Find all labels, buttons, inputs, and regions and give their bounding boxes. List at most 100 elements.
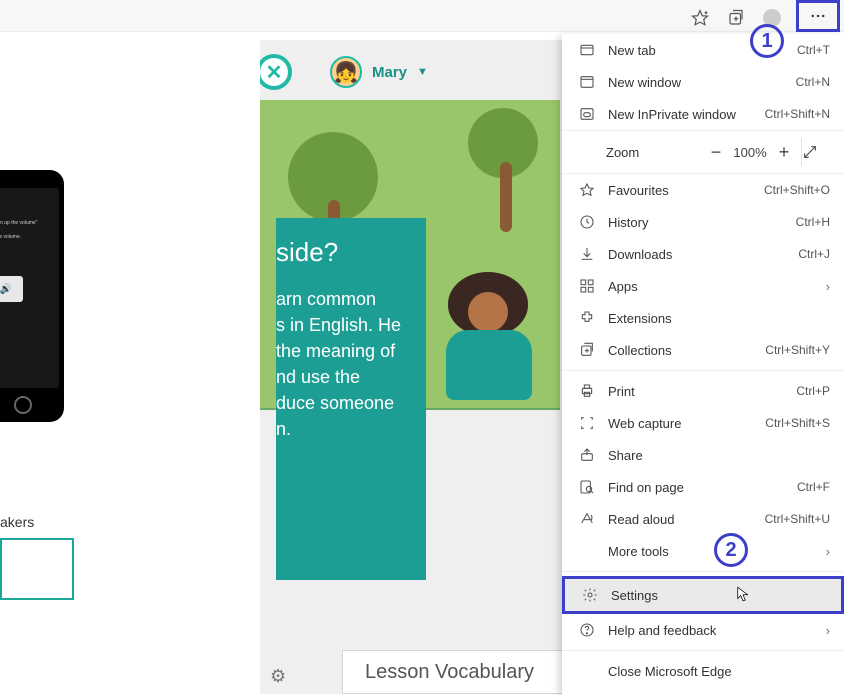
menu-help[interactable]: Help and feedback › [562,614,844,646]
downloads-icon [576,246,598,262]
fullscreen-button[interactable] [802,144,836,160]
lesson-card-line: duce someone [276,390,420,416]
menu-shortcut: Ctrl+H [796,215,830,229]
extensions-icon [576,310,598,326]
menu-new-window[interactable]: New window Ctrl+N [562,66,844,98]
menu-share[interactable]: Share [562,439,844,471]
menu-favourites[interactable]: Favourites Ctrl+Shift+O [562,174,844,206]
edge-main-menu: New tab Ctrl+T New window Ctrl+N New InP… [562,34,844,695]
menu-shortcut: Ctrl+Shift+Y [765,343,830,357]
outlined-card[interactable] [0,538,74,600]
menu-downloads[interactable]: Downloads Ctrl+J [562,238,844,270]
collections-toolbar-icon[interactable] [724,6,748,30]
menu-label: Share [598,448,830,463]
chevron-down-icon: ▼ [417,66,428,78]
chevron-right-icon: › [826,279,830,294]
speakers-label: akers [0,514,34,530]
chevron-right-icon: › [826,623,830,638]
cursor-icon [737,585,749,603]
find-icon [576,479,598,495]
menu-shortcut: Ctrl+Shift+N [765,107,830,121]
chevron-right-icon: › [826,544,830,559]
annotation-step-1: 1 [750,24,784,58]
menu-label: Extensions [598,311,830,326]
help-icon [576,622,598,638]
menu-shortcut: Ctrl+Shift+S [765,416,830,430]
menu-shortcut: Ctrl+Shift+U [765,512,830,526]
phone-text: "Turn up the volume" [0,220,55,226]
zoom-out-button[interactable]: − [699,142,733,163]
menu-shortcut: Ctrl+N [796,75,830,89]
lesson-card-line: n. [276,416,420,442]
home-button-icon [14,396,32,414]
zoom-in-button[interactable]: + [767,142,801,163]
menu-collections[interactable]: Collections Ctrl+Shift+Y [562,334,844,366]
phone-text: d the volume. [0,234,55,240]
favourites-icon [576,182,598,198]
menu-extensions[interactable]: Extensions [562,302,844,334]
divider [562,571,844,572]
tree-trunk [500,162,512,232]
menu-shortcut: Ctrl+F [797,480,830,494]
print-icon [576,383,598,399]
lesson-card: side? arn common s in English. He the me… [276,218,426,580]
zoom-label: Zoom [606,145,699,160]
illustration-person [428,272,548,412]
read-aloud-icon [576,511,598,527]
close-button[interactable]: ✕ [256,54,292,90]
phone-mockup: "Turn up the volume" d the volume. 🔊 [0,170,64,422]
menu-label: Print [598,384,796,399]
gear-icon [579,587,601,603]
menu-shortcut: Ctrl+J [798,247,830,261]
menu-new-inprivate[interactable]: New InPrivate window Ctrl+Shift+N [562,98,844,130]
vocab-title: Lesson Vocabulary [365,661,534,684]
annotation-step-2: 2 [714,533,748,567]
page-gear-icon[interactable]: ⚙ [270,666,286,687]
user-chip[interactable]: 👧 Mary ▼ [330,56,428,88]
lesson-card-line: the meaning of [276,338,420,364]
menu-label: Downloads [598,247,798,262]
menu-find[interactable]: Find on page Ctrl+F [562,471,844,503]
lesson-card-line: nd use the [276,364,420,390]
menu-read-aloud[interactable]: Read aloud Ctrl+Shift+U [562,503,844,535]
volume-overlay: 🔊 [0,276,23,302]
history-icon [576,214,598,230]
zoom-value: 100% [733,145,767,160]
more-menu-button[interactable] [796,0,840,32]
divider [562,650,844,651]
menu-label: New window [598,75,796,90]
menu-close-edge[interactable]: Close Microsoft Edge [562,655,844,687]
menu-shortcut: Ctrl+Shift+O [764,183,830,197]
menu-label: Apps [598,279,826,294]
menu-history[interactable]: History Ctrl+H [562,206,844,238]
share-icon [576,447,598,463]
menu-zoom-row: Zoom − 100% + [562,130,844,174]
menu-label: More tools [598,544,826,559]
menu-label: Collections [598,343,765,358]
menu-more-tools[interactable]: More tools 2 › [562,535,844,567]
menu-label: Close Microsoft Edge [598,664,830,679]
menu-web-capture[interactable]: Web capture Ctrl+Shift+S [562,407,844,439]
new-window-icon [576,74,598,90]
menu-label: Read aloud [598,512,765,527]
lesson-card-title: side? [276,234,420,272]
menu-print[interactable]: Print Ctrl+P [562,375,844,407]
web-capture-icon [576,415,598,431]
settings-highlight-frame: Settings [562,576,844,614]
menu-settings[interactable]: Settings [565,579,841,611]
menu-shortcut: Ctrl+T [797,43,830,57]
user-name: Mary [372,64,407,81]
divider [562,370,844,371]
menu-apps[interactable]: Apps › [562,270,844,302]
menu-label: Find on page [598,480,797,495]
lesson-card-line: arn common [276,286,420,312]
lesson-card-line: s in English. He [276,312,420,338]
left-column: "Turn up the volume" d the volume. 🔊 ake… [0,48,260,588]
favourites-star-icon[interactable] [688,6,712,30]
collections-icon [576,342,598,358]
menu-label: Web capture [598,416,765,431]
menu-label: New InPrivate window [598,107,765,122]
avatar: 👧 [330,56,362,88]
menu-label: Favourites [598,183,764,198]
menu-new-tab[interactable]: New tab Ctrl+T [562,34,844,66]
